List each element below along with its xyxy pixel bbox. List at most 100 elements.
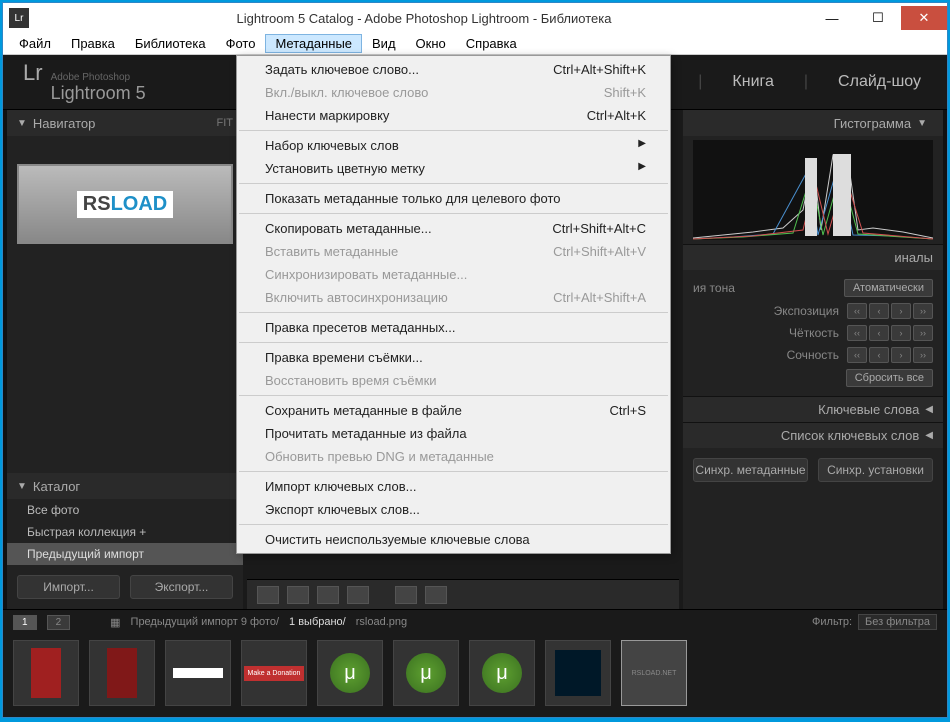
menu-item[interactable]: Скопировать метаданные...Ctrl+Shift+Alt+… — [237, 217, 670, 240]
thumb-5[interactable]: μ — [317, 640, 383, 706]
menubar: Файл Правка Библиотека Фото Метаданные В… — [3, 33, 947, 55]
reset-all-button[interactable]: Сбросить все — [846, 369, 933, 387]
filmstrip-filename: rsload.png — [356, 616, 407, 628]
loupe-view-icon[interactable] — [287, 586, 309, 604]
menu-metadata[interactable]: Метаданные — [265, 34, 362, 53]
close-button[interactable]: ✕ — [901, 6, 947, 30]
originals-row: иналы — [683, 244, 943, 270]
menu-view[interactable]: Вид — [362, 34, 406, 53]
auto-tone-button[interactable]: Атоматически — [844, 279, 933, 297]
logo-mark: Lr — [23, 60, 43, 86]
histogram[interactable] — [693, 140, 933, 240]
sync-metadata-button[interactable]: Синхр. метаданные — [693, 458, 808, 482]
right-panel: Гистограмма ▼ иналы — [683, 110, 947, 609]
exposure-label: Экспозиция — [774, 304, 839, 318]
chevron-down-icon: ▼ — [917, 118, 927, 129]
titlebar: Lr Lightroom 5 Catalog - Adobe Photoshop… — [3, 3, 947, 33]
clarity-inc[interactable]: › — [891, 325, 911, 341]
grid-icon[interactable]: ▦ — [110, 616, 120, 629]
menu-file[interactable]: Файл — [9, 34, 61, 53]
keywords-header[interactable]: Ключевые слова◀ — [683, 396, 943, 422]
filter-label: Фильтр: — [812, 616, 852, 628]
window-title: Lightroom 5 Catalog - Adobe Photoshop Li… — [39, 11, 809, 26]
menu-item: Включить автосинхронизациюCtrl+Alt+Shift… — [237, 286, 670, 309]
menu-item[interactable]: Прочитать метаданные из файла — [237, 422, 670, 445]
menu-item[interactable]: Импорт ключевых слов... — [237, 475, 670, 498]
grid-view-icon[interactable] — [257, 586, 279, 604]
filter-select[interactable]: Без фильтра — [858, 614, 937, 630]
menu-item[interactable]: Набор ключевых слов▶ — [237, 134, 670, 157]
menu-item[interactable]: Очистить неиспользуемые ключевые слова — [237, 528, 670, 551]
menu-item[interactable]: Правка пресетов метаданных... — [237, 316, 670, 339]
thumb-9[interactable]: RSLOAD.NET — [621, 640, 687, 706]
module-slideshow[interactable]: Слайд-шоу — [832, 73, 927, 91]
exposure-dec[interactable]: ‹ — [869, 303, 889, 319]
chevron-down-icon: ▼ — [17, 481, 27, 492]
thumb-6[interactable]: μ — [393, 640, 459, 706]
menu-photo[interactable]: Фото — [216, 34, 266, 53]
catalog-title: Каталог — [33, 479, 80, 494]
saturation-label: Сочность — [787, 348, 839, 362]
toolbar — [247, 579, 679, 609]
catalog-header[interactable]: ▼ Каталог — [7, 473, 243, 499]
import-button[interactable]: Импорт... — [17, 575, 120, 599]
navigator-mode[interactable]: FIT — [217, 117, 234, 129]
sat-dec2[interactable]: ‹‹ — [847, 347, 867, 363]
thumb-1[interactable] — [13, 640, 79, 706]
clarity-dec[interactable]: ‹ — [869, 325, 889, 341]
minimize-button[interactable]: — — [809, 6, 855, 30]
logo-main: Lightroom 5 — [51, 83, 146, 104]
exposure-dec2[interactable]: ‹‹ — [847, 303, 867, 319]
menu-item: Восстановить время съёмки — [237, 369, 670, 392]
menu-library[interactable]: Библиотека — [125, 34, 216, 53]
module-book[interactable]: Книга — [726, 73, 779, 91]
menu-edit[interactable]: Правка — [61, 34, 125, 53]
sync-settings-button[interactable]: Синхр. установки — [818, 458, 933, 482]
menu-item[interactable]: Задать ключевое слово...Ctrl+Alt+Shift+K — [237, 58, 670, 81]
sat-inc[interactable]: › — [891, 347, 911, 363]
exposure-inc[interactable]: › — [891, 303, 911, 319]
clarity-label: Чёткость — [789, 326, 839, 340]
navigator-header[interactable]: ▼ Навигатор FIT — [7, 110, 243, 136]
exposure-inc2[interactable]: ›› — [913, 303, 933, 319]
maximize-button[interactable]: ☐ — [855, 6, 901, 30]
thumb-4[interactable]: Make a Donation — [241, 640, 307, 706]
logo: Lr Adobe Photoshop Lightroom 5 — [23, 60, 146, 104]
sat-dec[interactable]: ‹ — [869, 347, 889, 363]
painter-icon[interactable] — [395, 586, 417, 604]
filmstrip-selected: 1 выбрано/ — [289, 616, 346, 628]
menu-item[interactable]: Установить цветную метку▶ — [237, 157, 670, 180]
logo-sub: Adobe Photoshop — [51, 72, 146, 83]
clarity-inc2[interactable]: ›› — [913, 325, 933, 341]
left-panel: ▼ Навигатор FIT RSLOAD ▼ Каталог Все фот… — [3, 110, 243, 609]
menu-item[interactable]: Показать метаданные только для целевого … — [237, 187, 670, 210]
histogram-header[interactable]: Гистограмма ▼ — [683, 110, 943, 136]
menu-item[interactable]: Правка времени съёмки... — [237, 346, 670, 369]
menu-window[interactable]: Окно — [406, 34, 456, 53]
sort-icon[interactable] — [425, 586, 447, 604]
export-button[interactable]: Экспорт... — [130, 575, 233, 599]
thumb-8[interactable] — [545, 640, 611, 706]
tone-label: ия тона — [693, 281, 735, 295]
catalog-previous-import[interactable]: Предыдущий импорт — [7, 543, 243, 565]
navigator-preview[interactable]: RSLOAD — [17, 164, 233, 244]
monitor-1-tab[interactable]: 1 — [13, 615, 37, 630]
keyword-list-header[interactable]: Список ключевых слов◀ — [683, 422, 943, 448]
menu-item[interactable]: Экспорт ключевых слов... — [237, 498, 670, 521]
catalog-all-photos[interactable]: Все фото — [7, 499, 243, 521]
menu-item: Вставить метаданныеCtrl+Shift+Alt+V — [237, 240, 670, 263]
survey-view-icon[interactable] — [347, 586, 369, 604]
menu-item[interactable]: Сохранить метаданные в файлеCtrl+S — [237, 399, 670, 422]
sat-inc2[interactable]: ›› — [913, 347, 933, 363]
catalog-quick-collection[interactable]: Быстрая коллекция + — [7, 521, 243, 543]
thumb-3[interactable] — [165, 640, 231, 706]
metadata-dropdown: Задать ключевое слово...Ctrl+Alt+Shift+K… — [236, 55, 671, 554]
menu-item[interactable]: Нанести маркировкуCtrl+Alt+K — [237, 104, 670, 127]
compare-view-icon[interactable] — [317, 586, 339, 604]
app-icon: Lr — [9, 8, 29, 28]
menu-help[interactable]: Справка — [456, 34, 527, 53]
thumb-2[interactable] — [89, 640, 155, 706]
clarity-dec2[interactable]: ‹‹ — [847, 325, 867, 341]
monitor-2-tab[interactable]: 2 — [47, 615, 71, 630]
thumb-7[interactable]: μ — [469, 640, 535, 706]
